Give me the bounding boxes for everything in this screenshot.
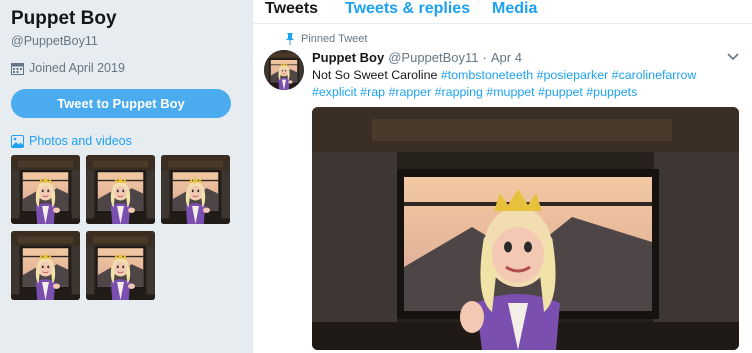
hashtag[interactable]: #rap xyxy=(360,85,385,99)
hashtag[interactable]: #carolinefarrow xyxy=(612,68,697,82)
hashtag[interactable]: #puppet xyxy=(538,85,583,99)
tab-tweets[interactable]: Tweets xyxy=(265,0,318,18)
tweet-text: Not So Sweet Caroline #tombstoneteeth #p… xyxy=(312,67,737,101)
hashtag[interactable]: #explicit xyxy=(312,85,357,99)
profile-name[interactable]: Puppet Boy xyxy=(11,8,117,30)
tweet-handle[interactable]: @PuppetBoy11 xyxy=(388,50,478,65)
photos-link-label: Photos and videos xyxy=(29,134,132,148)
pin-icon xyxy=(286,33,294,45)
tweet-author[interactable]: Puppet Boy xyxy=(312,50,384,65)
tweet-to-button[interactable]: Tweet to Puppet Boy xyxy=(11,89,231,118)
tweet-text-plain: Not So Sweet Caroline xyxy=(312,68,438,82)
tweet-header: Puppet Boy @PuppetBoy11 · Apr 4 xyxy=(312,50,522,65)
media-thumbnail[interactable] xyxy=(161,155,230,224)
timeline: Tweets Tweets & replies Media Pinned Twe… xyxy=(253,0,752,353)
hashtag[interactable]: #tombstoneteeth xyxy=(441,68,533,82)
hashtag[interactable]: #muppet xyxy=(486,85,534,99)
tweet-date[interactable]: Apr 4 xyxy=(491,50,522,65)
media-thumbnail[interactable] xyxy=(86,155,155,224)
chevron-down-icon[interactable] xyxy=(726,52,740,62)
joined-date: Joined April 2019 xyxy=(11,61,125,75)
profile-sidebar: Puppet Boy @PuppetBoy11 Joined April 201… xyxy=(0,0,243,353)
pinned-label: Pinned Tweet xyxy=(301,33,368,45)
joined-label: Joined April 2019 xyxy=(29,61,125,75)
tweet-separator: · xyxy=(482,50,487,65)
profile-tabs: Tweets Tweets & replies Media xyxy=(253,0,752,24)
media-thumbnail[interactable] xyxy=(11,155,80,224)
pinned-indicator: Pinned Tweet xyxy=(286,33,368,45)
photo-icon xyxy=(11,134,24,148)
hashtag[interactable]: #puppets xyxy=(586,85,637,99)
tab-tweets-and-replies[interactable]: Tweets & replies xyxy=(345,0,470,18)
photos-and-videos-link[interactable]: Photos and videos xyxy=(11,134,132,148)
hashtag[interactable]: #rapper xyxy=(388,85,431,99)
media-thumbnail[interactable] xyxy=(86,231,155,300)
hashtag[interactable]: #posieparker xyxy=(537,68,609,82)
tweet-media-video[interactable] xyxy=(312,107,739,350)
avatar[interactable] xyxy=(264,50,304,90)
tab-media[interactable]: Media xyxy=(492,0,537,18)
hashtag[interactable]: #rapping xyxy=(435,85,483,99)
media-thumbnail[interactable] xyxy=(11,231,80,300)
calendar-icon xyxy=(11,62,24,75)
media-thumbnail-grid xyxy=(11,155,230,300)
profile-handle: @PuppetBoy11 xyxy=(11,34,98,48)
